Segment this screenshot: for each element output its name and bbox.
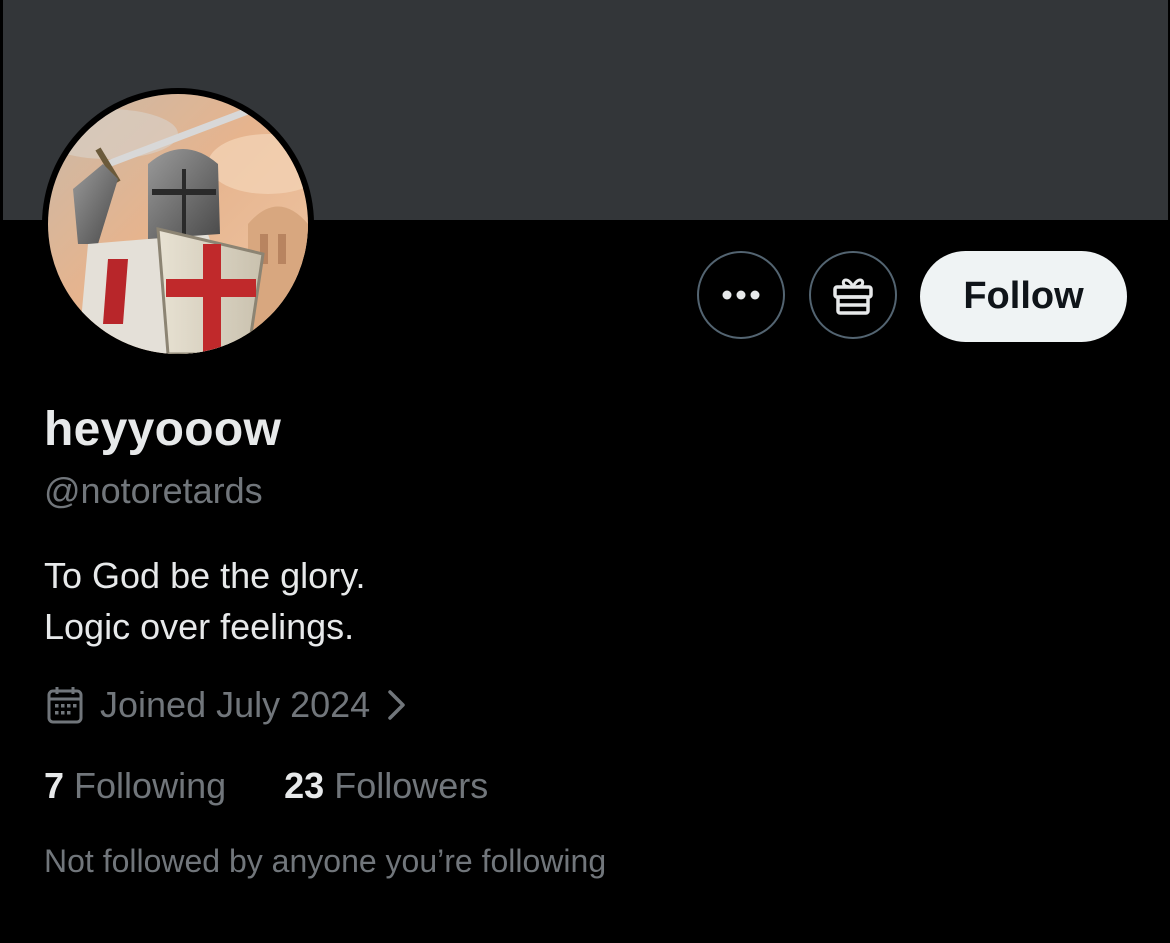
more-horizontal-icon (722, 290, 760, 300)
followers-link[interactable]: 23 Followers (284, 764, 488, 808)
following-label: Following (74, 765, 227, 806)
calendar-icon (47, 687, 83, 724)
user-handle: @notoretards (44, 470, 263, 511)
followers-count: 23 (284, 765, 325, 806)
avatar[interactable] (42, 88, 314, 360)
bio-line: To God be the glory. (44, 555, 366, 596)
profile-bio: To God be the glory. Logic over feelings… (44, 550, 366, 652)
follow-button[interactable]: Follow (920, 251, 1127, 342)
chevron-right-icon (388, 690, 405, 720)
following-count: 7 (44, 765, 65, 806)
following-link[interactable]: 7 Following (44, 764, 226, 808)
followers-label: Followers (334, 765, 489, 806)
display-name: heyyooow (44, 403, 282, 456)
gift-icon (833, 278, 873, 315)
mutual-followers-note: Not followed by anyone you’re following (44, 843, 607, 879)
follow-button-label: Follow (963, 275, 1084, 317)
profile-page: Follow heyyooow @notoretards To God be t… (0, 0, 1170, 943)
follow-counts: 7 Following 23 Followers (44, 764, 488, 808)
joined-date[interactable]: Joined July 2024 (46, 682, 410, 728)
gift-button[interactable] (809, 251, 897, 339)
bio-line: Logic over feelings. (44, 606, 355, 647)
more-button[interactable] (697, 251, 785, 339)
avatar-image (48, 94, 308, 354)
joined-label: Joined July 2024 (100, 684, 371, 725)
